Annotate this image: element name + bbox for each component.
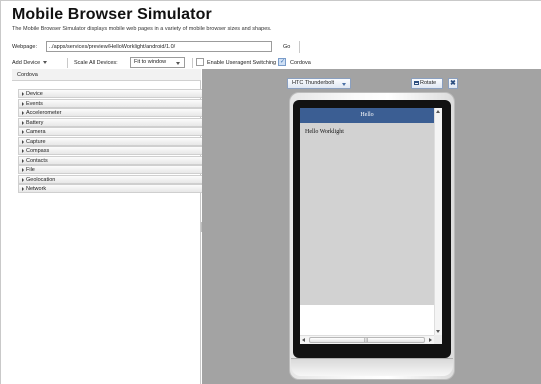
sidebar-item-label: Capture xyxy=(26,138,46,145)
phone-chin xyxy=(291,358,453,376)
cordova-checkbox[interactable]: ✓ xyxy=(278,58,286,66)
sidebar-item-label: Contacts xyxy=(26,157,48,164)
scroll-thumb[interactable]: III xyxy=(309,337,425,344)
scale-select[interactable]: Fit to window xyxy=(130,57,185,68)
chevron-down-icon xyxy=(176,62,180,65)
app-content: Hello Worklight xyxy=(300,123,434,305)
sidebar-item-capture[interactable]: Capture xyxy=(18,136,204,146)
sidebar-item-label: Device xyxy=(26,91,43,97)
scroll-grip-icon: III xyxy=(364,338,369,344)
add-device-label: Add Device xyxy=(12,60,41,66)
url-input[interactable] xyxy=(46,41,272,52)
sidebar-item-label: Network xyxy=(26,186,47,192)
page-title: Mobile Browser Simulator xyxy=(12,6,212,23)
sidebar-item-camera[interactable]: Camera xyxy=(18,127,204,136)
check-icon: ✓ xyxy=(280,59,286,65)
divider xyxy=(192,58,193,68)
chevron-right-icon xyxy=(22,130,24,134)
sidebar-item-label: File xyxy=(26,167,35,173)
page-subtitle: The Mobile Browser Simulator displays mo… xyxy=(12,26,272,32)
scroll-down-icon[interactable] xyxy=(436,330,440,333)
sidebar-item-battery[interactable]: Battery xyxy=(18,117,204,127)
rotate-label: Rotate xyxy=(420,80,437,86)
scroll-corner xyxy=(434,335,442,344)
sidebar-item-label: Events xyxy=(26,100,43,107)
sidebar-item-geolocation[interactable]: Geolocation xyxy=(18,174,204,184)
cordova-api-list: Device Events Accelerometer Battery Came… xyxy=(18,89,204,194)
sidebar-item-device[interactable]: Device xyxy=(18,89,204,98)
close-device-button[interactable]: ✖ xyxy=(448,78,458,89)
go-button[interactable]: Go xyxy=(283,44,290,50)
app-body-text: Hello Worklight xyxy=(305,129,344,135)
chevron-right-icon xyxy=(22,111,24,115)
chevron-right-icon xyxy=(22,92,24,96)
rotate-button[interactable]: Rotate xyxy=(411,78,443,89)
rotate-icon xyxy=(414,81,419,85)
toolbar: Webpage: Go Add Device Scale All Devices… xyxy=(12,38,541,68)
scroll-right-icon[interactable] xyxy=(429,338,432,342)
chevron-right-icon xyxy=(22,101,24,106)
device-select[interactable]: HTC Thunderbolt xyxy=(287,78,351,89)
add-device-button[interactable]: Add Device xyxy=(12,60,48,66)
app-header: Hello xyxy=(300,108,434,123)
chevron-right-icon xyxy=(22,158,24,163)
chevron-right-icon xyxy=(22,168,24,172)
sidebar-item-label: Camera xyxy=(26,129,46,135)
chevron-down-icon xyxy=(43,61,48,65)
webpage-label: Webpage: xyxy=(12,44,37,50)
sidebar-item-label: Accelerometer xyxy=(26,110,62,116)
scroll-up-icon[interactable] xyxy=(436,110,440,113)
divider xyxy=(299,41,300,53)
scale-label: Scale All Devices: xyxy=(74,60,118,66)
device-screen: Hello Hello Worklight III xyxy=(300,108,442,344)
chevron-down-icon xyxy=(342,83,346,86)
sidebar-item-label: Battery xyxy=(26,119,44,126)
chevron-right-icon xyxy=(22,177,24,182)
sidebar-item-accelerometer[interactable]: Accelerometer xyxy=(18,108,204,117)
chevron-right-icon xyxy=(22,187,24,191)
sidebar-item-events[interactable]: Events xyxy=(18,98,204,108)
chevron-right-icon xyxy=(22,120,24,125)
chevron-right-icon xyxy=(22,149,24,153)
device-select-value: HTC Thunderbolt xyxy=(292,80,335,86)
useragent-checkbox[interactable] xyxy=(196,58,204,66)
sidebar-item-file[interactable]: File xyxy=(18,165,204,174)
scroll-left-icon[interactable] xyxy=(302,338,305,342)
cordova-label: Cordova xyxy=(290,60,311,66)
close-icon: ✖ xyxy=(450,80,456,87)
sidebar-item-contacts[interactable]: Contacts xyxy=(18,155,204,165)
cordova-panel: Cordova Device Events Accelerometer Batt… xyxy=(12,69,204,384)
horizontal-scrollbar[interactable]: III xyxy=(300,335,434,344)
scale-select-value: Fit to window xyxy=(134,59,167,65)
vertical-scrollbar[interactable] xyxy=(434,108,442,335)
divider xyxy=(67,58,68,68)
sidebar-item-label: Geolocation xyxy=(26,176,56,183)
sidebar-item-compass[interactable]: Compass xyxy=(18,146,204,155)
chevron-right-icon xyxy=(22,139,24,144)
sidebar-item-label: Compass xyxy=(26,148,50,154)
sidebar-item-network[interactable]: Network xyxy=(18,184,204,193)
useragent-label: Enable Useragent Switching xyxy=(207,60,277,66)
panel-header: Cordova xyxy=(12,69,201,81)
